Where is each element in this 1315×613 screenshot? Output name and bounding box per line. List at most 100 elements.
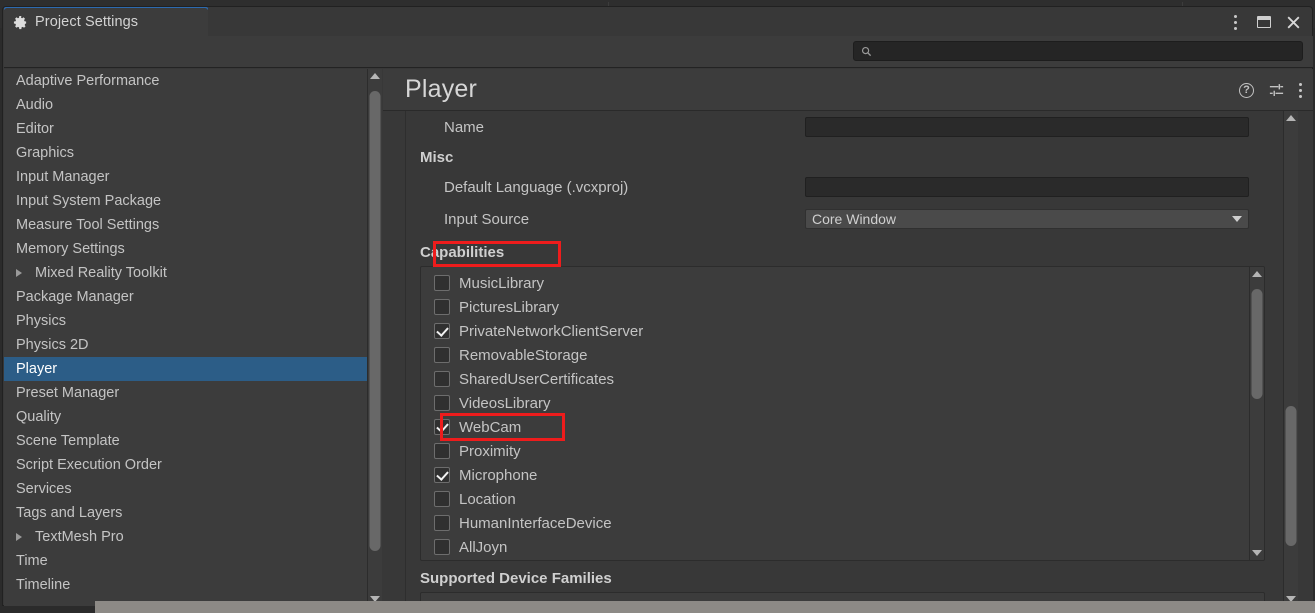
name-input[interactable] — [805, 117, 1249, 137]
default-language-vcxproj-input[interactable] — [805, 177, 1249, 197]
sidebar-item-player[interactable]: Player — [4, 357, 367, 381]
checkbox-videoslibrary[interactable] — [434, 395, 450, 411]
sidebar-item-label: Package Manager — [16, 289, 134, 305]
capability-row[interactable]: Location — [421, 487, 1231, 511]
window-close-button[interactable] — [1280, 10, 1306, 34]
chevron-down-icon — [1232, 216, 1242, 222]
settings-row: Default Language (.vcxproj) — [406, 171, 1289, 203]
sidebar-item-preset-manager[interactable]: Preset Manager — [4, 381, 367, 405]
section-heading-misc: Misc — [420, 148, 454, 166]
window-maximize-button[interactable] — [1251, 10, 1277, 34]
sidebar-item-quality[interactable]: Quality — [4, 405, 367, 429]
panel-scrollbar[interactable] — [1283, 111, 1298, 606]
capability-label: RemovableStorage — [459, 346, 588, 364]
input-source-dropdown[interactable]: Core Window — [805, 209, 1249, 229]
sidebar-item-label: Player — [16, 361, 58, 377]
field-label: Default Language (.vcxproj) — [444, 178, 629, 196]
capability-label: Proximity — [459, 442, 521, 460]
maximize-icon — [1257, 16, 1271, 28]
sidebar-item-adaptive-performance[interactable]: Adaptive Performance — [4, 69, 367, 93]
sidebar-item-label: Memory Settings — [16, 241, 125, 257]
checkbox-removablestorage[interactable] — [434, 347, 450, 363]
checkbox-sharedusercertificates[interactable] — [434, 371, 450, 387]
checkbox-pictureslibrary[interactable] — [434, 299, 450, 315]
sidebar-item-script-execution-order[interactable]: Script Execution Order — [4, 453, 367, 477]
sidebar-item-tags-and-layers[interactable]: Tags and Layers — [4, 501, 367, 525]
search-field[interactable] — [853, 41, 1303, 61]
settings-row: Name — [406, 111, 1289, 143]
checkbox-microphone[interactable] — [434, 467, 450, 483]
capability-row[interactable]: AllJoyn — [421, 535, 1231, 559]
sidebar-item-services[interactable]: Services — [4, 477, 367, 501]
sidebar-item-label: Adaptive Performance — [16, 73, 160, 89]
capability-label: HumanInterfaceDevice — [459, 514, 612, 532]
capability-row[interactable]: HumanInterfaceDevice — [421, 511, 1231, 535]
checkbox-proximity[interactable] — [434, 443, 450, 459]
window-menu-button[interactable] — [1222, 10, 1248, 34]
capability-label: WebCam — [459, 418, 522, 436]
foldout-arrow-icon[interactable] — [16, 533, 22, 541]
os-bottom-strip — [95, 601, 1315, 613]
checkbox-musiclibrary[interactable] — [434, 275, 450, 291]
capability-row[interactable]: WebCam — [421, 415, 1231, 439]
help-icon[interactable]: ? — [1239, 82, 1254, 98]
sidebar-item-input-system-package[interactable]: Input System Package — [4, 189, 367, 213]
sidebar-item-input-manager[interactable]: Input Manager — [4, 165, 367, 189]
tab-project-settings[interactable]: Project Settings — [4, 8, 208, 36]
scroll-up-icon[interactable] — [1252, 271, 1262, 277]
player-settings-panel: Player ? Name Misc Default Language (.vcxp… — [383, 69, 1313, 606]
capability-row[interactable]: PicturesLibrary — [421, 295, 1231, 319]
capabilities-scroll-thumb[interactable] — [1251, 289, 1263, 399]
capability-row[interactable]: SharedUserCertificates — [421, 367, 1231, 391]
sidebar-item-physics-2d[interactable]: Physics 2D — [4, 333, 367, 357]
scroll-up-icon[interactable] — [370, 73, 380, 79]
sidebar-item-measure-tool-settings[interactable]: Measure Tool Settings — [4, 213, 367, 237]
sidebar-item-time[interactable]: Time — [4, 549, 367, 573]
sidebar-item-editor[interactable]: Editor — [4, 117, 367, 141]
capability-label: Microphone — [459, 466, 538, 484]
sidebar-item-timeline[interactable]: Timeline — [4, 573, 367, 597]
scroll-up-icon[interactable] — [1286, 115, 1296, 121]
sidebar-item-label: Timeline — [16, 577, 71, 593]
sidebar-item-label: TextMesh Pro — [35, 529, 124, 545]
capabilities-scrollbar[interactable] — [1249, 267, 1264, 560]
foldout-arrow-icon[interactable] — [16, 269, 22, 277]
checkbox-humaninterfacedevice[interactable] — [434, 515, 450, 531]
capabilities-list: MusicLibrary PicturesLibrary PrivateNetwor… — [421, 271, 1231, 560]
sidebar-item-package-manager[interactable]: Package Manager — [4, 285, 367, 309]
checkbox-alljoyn[interactable] — [434, 539, 450, 555]
capability-row[interactable]: BlockedChatMessages — [421, 559, 1231, 560]
sidebar-scroll-thumb[interactable] — [369, 91, 381, 551]
panel-header: Player ? — [383, 69, 1313, 111]
capability-row[interactable]: Proximity — [421, 439, 1231, 463]
sidebar-item-label: Time — [16, 553, 48, 569]
sidebar-item-audio[interactable]: Audio — [4, 93, 367, 117]
gear-icon — [13, 15, 27, 29]
checkbox-webcam[interactable] — [434, 419, 450, 435]
sidebar-item-label: Tags and Layers — [16, 505, 123, 521]
sidebar-item-label: Script Execution Order — [16, 457, 162, 473]
capability-row[interactable]: MusicLibrary — [421, 271, 1231, 295]
sidebar-item-mixed-reality-toolkit[interactable]: Mixed Reality Toolkit — [4, 261, 367, 285]
capability-row[interactable]: VideosLibrary — [421, 391, 1231, 415]
panel-scroll-thumb[interactable] — [1285, 406, 1297, 546]
sidebar-item-physics[interactable]: Physics — [4, 309, 367, 333]
preset-icon[interactable] — [1268, 82, 1285, 99]
panel-menu-icon[interactable] — [1299, 82, 1302, 98]
sidebar-item-graphics[interactable]: Graphics — [4, 141, 367, 165]
capability-row[interactable]: Microphone — [421, 463, 1231, 487]
capability-row[interactable]: PrivateNetworkClientServer — [421, 319, 1231, 343]
sidebar-item-memory-settings[interactable]: Memory Settings — [4, 237, 367, 261]
sidebar-item-scene-template[interactable]: Scene Template — [4, 429, 367, 453]
panel-header-icons: ? — [1239, 69, 1302, 111]
panel-body-content: Name Misc Default Language (.vcxproj) Input… — [405, 111, 1289, 606]
project-settings-window-root: Project Settings Adaptive Performance Au… — [0, 0, 1315, 613]
sidebar-scrollbar[interactable] — [367, 69, 382, 606]
capabilities-listbox: MusicLibrary PicturesLibrary PrivateNetwor… — [420, 266, 1265, 561]
sidebar-item-label: Quality — [16, 409, 62, 425]
capability-row[interactable]: RemovableStorage — [421, 343, 1231, 367]
checkbox-location[interactable] — [434, 491, 450, 507]
scroll-down-icon[interactable] — [1252, 550, 1262, 556]
sidebar-item-textmesh-pro[interactable]: TextMesh Pro — [4, 525, 367, 549]
checkbox-privatenetworkclientserver[interactable] — [434, 323, 450, 339]
